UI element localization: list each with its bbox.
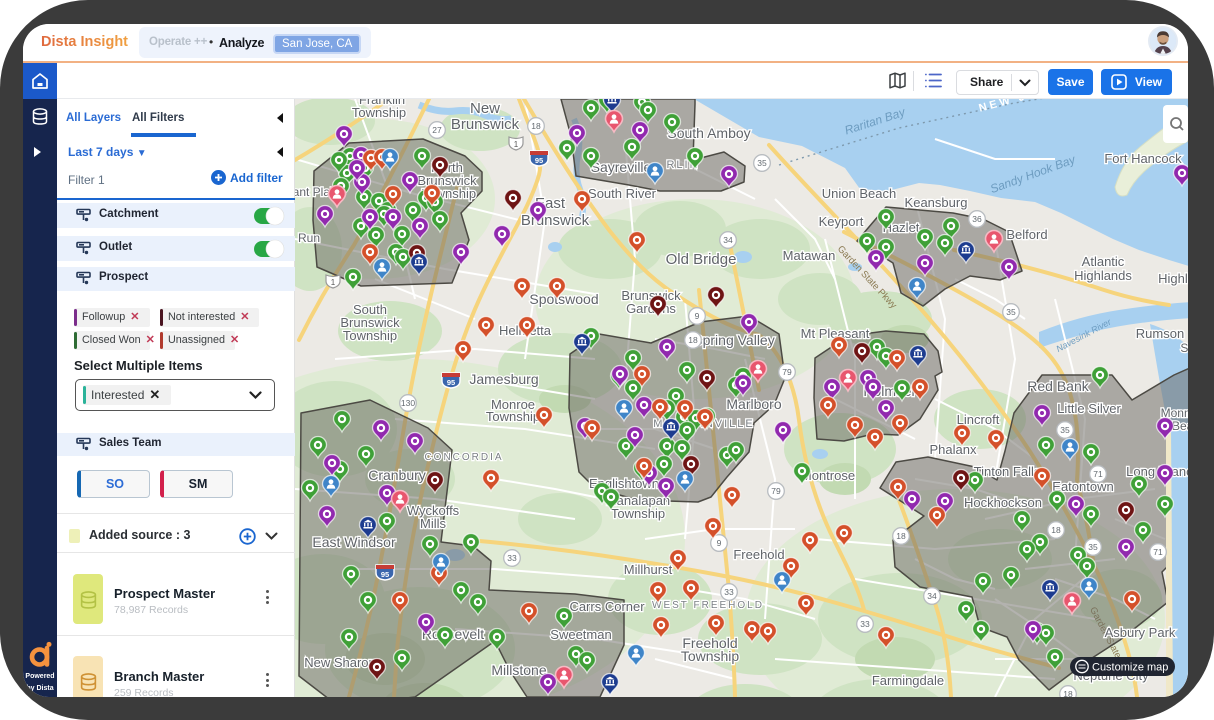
svg-text:CONCORDIA: CONCORDIA (424, 452, 503, 463)
svg-text:71: 71 (1153, 547, 1163, 557)
svg-text:Township: Township (681, 648, 740, 664)
svg-text:33: 33 (724, 587, 734, 597)
svg-text:34: 34 (927, 591, 937, 601)
svg-text:Run: Run (298, 231, 320, 245)
svg-text:Brunswick: Brunswick (451, 116, 520, 133)
svg-text:79: 79 (771, 486, 781, 496)
svg-text:Township: Township (486, 409, 540, 424)
svg-text:Freehold: Freehold (733, 547, 784, 562)
svg-text:Hockhockson: Hockhockson (964, 495, 1042, 510)
svg-text:9: 9 (717, 538, 722, 548)
svg-text:35: 35 (1088, 542, 1098, 552)
svg-text:New: New (470, 100, 500, 117)
svg-text:Carrs Corner: Carrs Corner (569, 599, 645, 614)
svg-text:East Windsor: East Windsor (312, 534, 396, 550)
svg-text:Little Silver: Little Silver (1057, 401, 1121, 416)
svg-text:Red Bank: Red Bank (1027, 378, 1089, 394)
svg-text:33: 33 (507, 553, 517, 563)
svg-text:18: 18 (531, 121, 541, 131)
svg-text:Millstone: Millstone (491, 662, 546, 678)
svg-text:95: 95 (381, 570, 389, 579)
svg-text:130: 130 (401, 398, 415, 408)
svg-text:34: 34 (723, 235, 733, 245)
svg-text:Asbury Park: Asbury Park (1105, 625, 1176, 640)
svg-text:Township: Township (352, 105, 406, 120)
svg-text:Keansburg: Keansburg (905, 195, 968, 210)
svg-text:Fort Hancock: Fort Hancock (1104, 151, 1182, 166)
svg-text:18: 18 (896, 531, 906, 541)
svg-text:Sayreville: Sayreville (591, 159, 652, 175)
svg-text:36: 36 (972, 214, 982, 224)
svg-text:Mills: Mills (420, 516, 446, 531)
svg-text:South Amboy: South Amboy (667, 125, 750, 141)
svg-text:95: 95 (447, 378, 455, 387)
svg-text:71: 71 (1093, 469, 1103, 479)
svg-text:1: 1 (331, 278, 336, 287)
svg-text:Township: Township (343, 328, 397, 343)
svg-text:Union Beach: Union Beach (822, 186, 896, 201)
svg-text:Matawan: Matawan (783, 248, 836, 263)
svg-text:Sweetman: Sweetman (550, 627, 611, 642)
svg-text:Spring Valley: Spring Valley (693, 332, 774, 348)
svg-text:35: 35 (1060, 425, 1070, 435)
svg-text:South River: South River (588, 186, 657, 201)
svg-text:33: 33 (860, 619, 870, 629)
svg-text:Phalanx: Phalanx (930, 442, 977, 457)
svg-text:Tinton Falls: Tinton Falls (974, 464, 1041, 479)
svg-text:Atlantic: Atlantic (1082, 254, 1125, 269)
svg-text:Jamesburg: Jamesburg (469, 371, 538, 387)
svg-text:35: 35 (757, 158, 767, 168)
svg-text:Millhurst: Millhurst (624, 562, 673, 577)
svg-text:Spotswood: Spotswood (529, 291, 598, 307)
svg-text:Farmingdale: Farmingdale (872, 673, 944, 688)
svg-text:WEST FREEHOLD: WEST FREEHOLD (652, 600, 764, 611)
svg-text:27: 27 (432, 125, 442, 135)
svg-text:35: 35 (1006, 307, 1016, 317)
svg-text:18: 18 (1051, 525, 1061, 535)
svg-text:Highlands: Highlands (1158, 271, 1188, 286)
svg-text:Rumson: Rumson (1136, 326, 1184, 341)
svg-text:Keyport: Keyport (819, 214, 864, 229)
svg-text:18: 18 (1063, 689, 1073, 697)
svg-text:Old Bridge: Old Bridge (666, 251, 737, 268)
svg-text:Customize map: Customize map (1092, 662, 1168, 674)
svg-text:1: 1 (514, 140, 519, 149)
svg-text:Cranbury: Cranbury (368, 467, 426, 483)
svg-text:New Sharon: New Sharon (304, 655, 376, 670)
svg-text:Sea: Sea (1180, 341, 1188, 355)
svg-text:79: 79 (782, 367, 792, 377)
svg-text:Belford: Belford (1006, 227, 1047, 242)
svg-text:Beach: Beach (1172, 419, 1188, 433)
svg-text:Marlboro: Marlboro (726, 396, 781, 412)
svg-text:9: 9 (695, 311, 700, 321)
svg-text:95: 95 (535, 156, 543, 165)
svg-text:18: 18 (688, 335, 698, 345)
svg-text:Highlands: Highlands (1074, 268, 1132, 283)
svg-text:Township: Township (611, 506, 665, 521)
